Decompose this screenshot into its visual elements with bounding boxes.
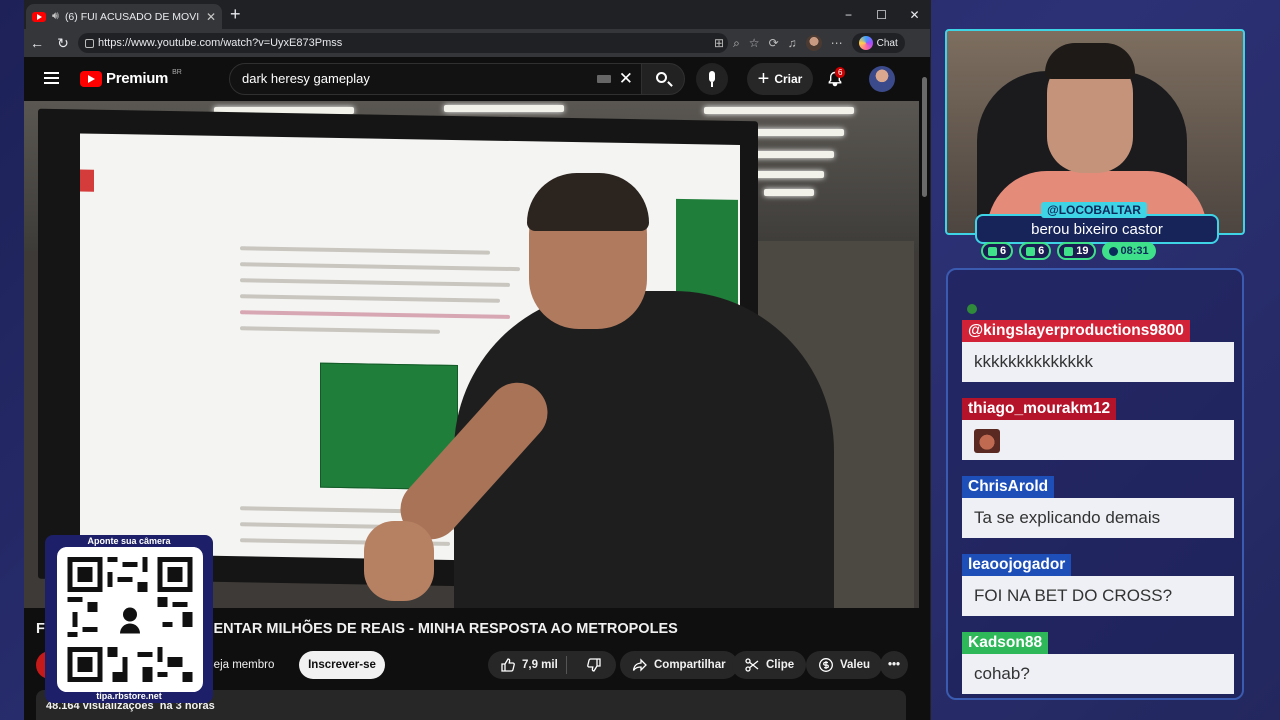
share-button[interactable]: Compartilhar [620, 651, 738, 679]
thumbs-down-icon [587, 658, 601, 672]
reload-icon[interactable]: ↻ [50, 35, 76, 52]
qr-url: tipa.rbstore.net [96, 691, 162, 701]
notification-count-badge: 6 [835, 67, 846, 78]
chat-username: thiago_mourakm12 [962, 398, 1117, 420]
streamer-name-plate: berou bixeiro castor @LOCOBALTAR 6 6 19 … [975, 200, 1219, 264]
viewers-icon [1064, 246, 1074, 256]
search-button[interactable] [641, 63, 685, 95]
thanks-label: Valeu [840, 659, 871, 671]
menu-hamburger-icon[interactable] [44, 72, 59, 84]
like-button[interactable]: 7,9 mil [488, 657, 560, 673]
chat-text: Ta se explicando demais [962, 498, 1234, 538]
tab-title: (6) FUI ACUSADO DE MOVIMENT [64, 10, 200, 23]
chat-text: kkkkkkkkkkkkkk [962, 342, 1234, 382]
chat-bubble-icon [988, 246, 997, 256]
logo-text: Premium [106, 70, 169, 87]
dislike-button[interactable] [573, 657, 616, 673]
search-value: dark heresy gameplay [242, 71, 370, 86]
chat-username: leaoojogador [962, 554, 1072, 576]
logo-region: BR [172, 69, 182, 76]
profile-avatar[interactable] [869, 66, 895, 92]
scrollbar-thumb[interactable] [922, 77, 927, 197]
tab-close-icon[interactable]: ✕ [206, 10, 216, 24]
scissors-icon [745, 658, 759, 672]
clear-search-icon[interactable]: ✕ [619, 64, 633, 94]
qr-code-overlay: Aponte sua câmera tipa.rbstore.net [45, 535, 213, 703]
youtube-favicon-icon [32, 11, 46, 22]
thumbs-up-icon [501, 658, 515, 672]
tab-bar: 🔊︎ (6) FUI ACUSADO DE MOVIMENT ✕ + − ☐ ✕ [24, 0, 930, 29]
speaker-icon[interactable]: 🔊︎ [52, 10, 59, 23]
stream-stats: 6 6 19 08:31 [981, 242, 1156, 260]
extensions-icon[interactable]: ⟳ [769, 36, 779, 50]
thanks-button[interactable]: Valeu [806, 651, 883, 679]
address-bar: ← ↻ https://www.youtube.com/watch?v=UyxE… [24, 29, 930, 57]
share-label: Compartilhar [654, 659, 726, 671]
share-icon [632, 658, 647, 672]
plus-icon: + [757, 68, 770, 90]
more-dots-icon: ••• [887, 659, 901, 671]
search-input[interactable]: dark heresy gameplay ✕ [229, 63, 642, 95]
qr-instruction: Aponte sua câmera [87, 536, 171, 546]
minimize-button[interactable]: − [832, 8, 865, 22]
url-field[interactable]: https://www.youtube.com/watch?v=UyxE873P… [78, 33, 728, 53]
subscribe-button[interactable]: Inscrever-se [299, 651, 385, 679]
window-controls: − ☐ ✕ [832, 0, 930, 29]
browser-profile-avatar[interactable] [805, 35, 822, 51]
more-actions-button[interactable]: ••• [880, 651, 908, 679]
stat-youtube: 6 [1019, 242, 1052, 260]
super-thanks-icon [819, 658, 833, 672]
close-window-button[interactable]: ✕ [898, 8, 930, 22]
youtube-header: Premium BR dark heresy gameplay ✕ + Cria… [24, 57, 930, 101]
apps-icon[interactable]: ⊞ [714, 36, 724, 50]
search-icon [656, 72, 667, 83]
emote-icon [974, 428, 1000, 453]
chat-text: cohab? [962, 654, 1234, 694]
chat-username: ChrisArold [962, 476, 1055, 498]
stream-status: berou bixeiro castor [975, 214, 1219, 244]
youtube-logo[interactable]: Premium BR [80, 69, 182, 87]
video-player[interactable] [24, 101, 919, 608]
zoom-icon[interactable]: ⌕ [733, 36, 740, 51]
chat-username: Kadson88 [962, 632, 1049, 654]
keyboard-icon[interactable] [597, 75, 611, 83]
stat-viewers: 19 [1057, 242, 1096, 260]
chat-text: FOI NA BET DO CROSS? [962, 576, 1234, 616]
address-bar-icons: ⊞ ⌕ ☆ ⟳ ♫ ⋯ Chat [714, 29, 905, 57]
copilot-icon [858, 36, 873, 50]
clip-button[interactable]: Clipe [732, 651, 807, 679]
chat-text [962, 420, 1234, 460]
stat-chat: 6 [981, 242, 1014, 260]
like-dislike-group: 7,9 mil [488, 651, 616, 679]
live-chat-panel: @kingslayerproductions9800 kkkkkkkkkkkkk… [946, 268, 1244, 700]
join-button[interactable]: Seja membro [206, 651, 274, 679]
stat-time: 08:31 [1101, 242, 1156, 260]
like-count: 7,9 mil [522, 659, 558, 671]
back-arrow-icon[interactable]: ← [24, 35, 50, 51]
youtube-icon [1026, 246, 1036, 256]
maximize-button[interactable]: ☐ [865, 8, 898, 22]
streamer-handle: @LOCOBALTAR [1041, 202, 1147, 218]
presenter-hand [364, 521, 434, 601]
new-tab-button[interactable]: + [230, 4, 241, 25]
copilot-chat-button[interactable]: Chat [851, 33, 905, 53]
qr-code [57, 547, 203, 692]
chat-username: @kingslayerproductions9800 [962, 320, 1190, 342]
create-button[interactable]: + Criar [747, 63, 813, 95]
browser-tab[interactable]: 🔊︎ (6) FUI ACUSADO DE MOVIMENT ✕ [26, 4, 222, 29]
voice-search-button[interactable] [696, 63, 728, 95]
more-menu-icon[interactable]: ⋯ [831, 36, 843, 50]
chat-label: Chat [876, 37, 898, 49]
youtube-play-icon [80, 70, 102, 87]
member-badge-icon [967, 304, 977, 314]
create-label: Criar [774, 72, 803, 86]
collections-icon[interactable]: ♫ [788, 36, 797, 50]
favorite-star-icon[interactable]: ☆ [749, 36, 760, 50]
clock-icon [1108, 246, 1118, 256]
page-scrollbar[interactable] [919, 57, 930, 720]
clip-label: Clipe [766, 659, 795, 671]
